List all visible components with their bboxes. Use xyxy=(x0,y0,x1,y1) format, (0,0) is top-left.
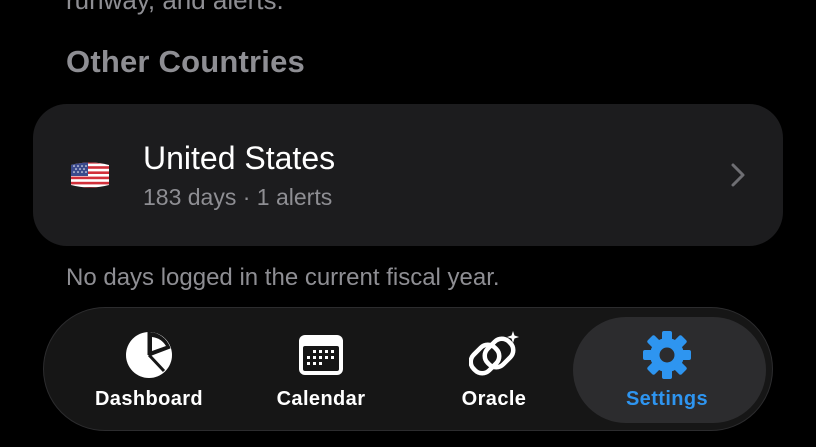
country-summary: 183 days · 1 alerts xyxy=(143,184,333,210)
chevron-right-icon xyxy=(731,163,745,187)
pie-chart-icon xyxy=(126,332,172,378)
tab-calendar[interactable]: Calendar xyxy=(254,308,388,430)
us-flag-icon xyxy=(71,162,109,188)
section-title: Other Countries xyxy=(66,44,305,79)
calendar-icon xyxy=(299,335,343,375)
country-row-united-states[interactable]: United States 183 days · 1 alerts xyxy=(33,104,783,246)
tab-bar: Dashboard Calendar Oracle Settings xyxy=(43,307,773,431)
tab-label: Calendar xyxy=(276,388,366,410)
fiscal-year-note: No days logged in the current fiscal yea… xyxy=(66,264,500,291)
tab-oracle[interactable]: Oracle xyxy=(427,308,561,430)
tab-label: Oracle xyxy=(461,388,527,410)
tab-label: Settings xyxy=(625,388,709,410)
country-name: United States xyxy=(143,140,336,176)
tab-label: Dashboard xyxy=(94,388,204,410)
tab-dashboard[interactable]: Dashboard xyxy=(82,308,216,430)
tab-settings[interactable]: Settings xyxy=(600,308,734,430)
gear-icon xyxy=(643,331,691,379)
oracle-sparkle-icon xyxy=(469,331,519,376)
previous-section-text: runway, and alerts. xyxy=(66,0,284,15)
